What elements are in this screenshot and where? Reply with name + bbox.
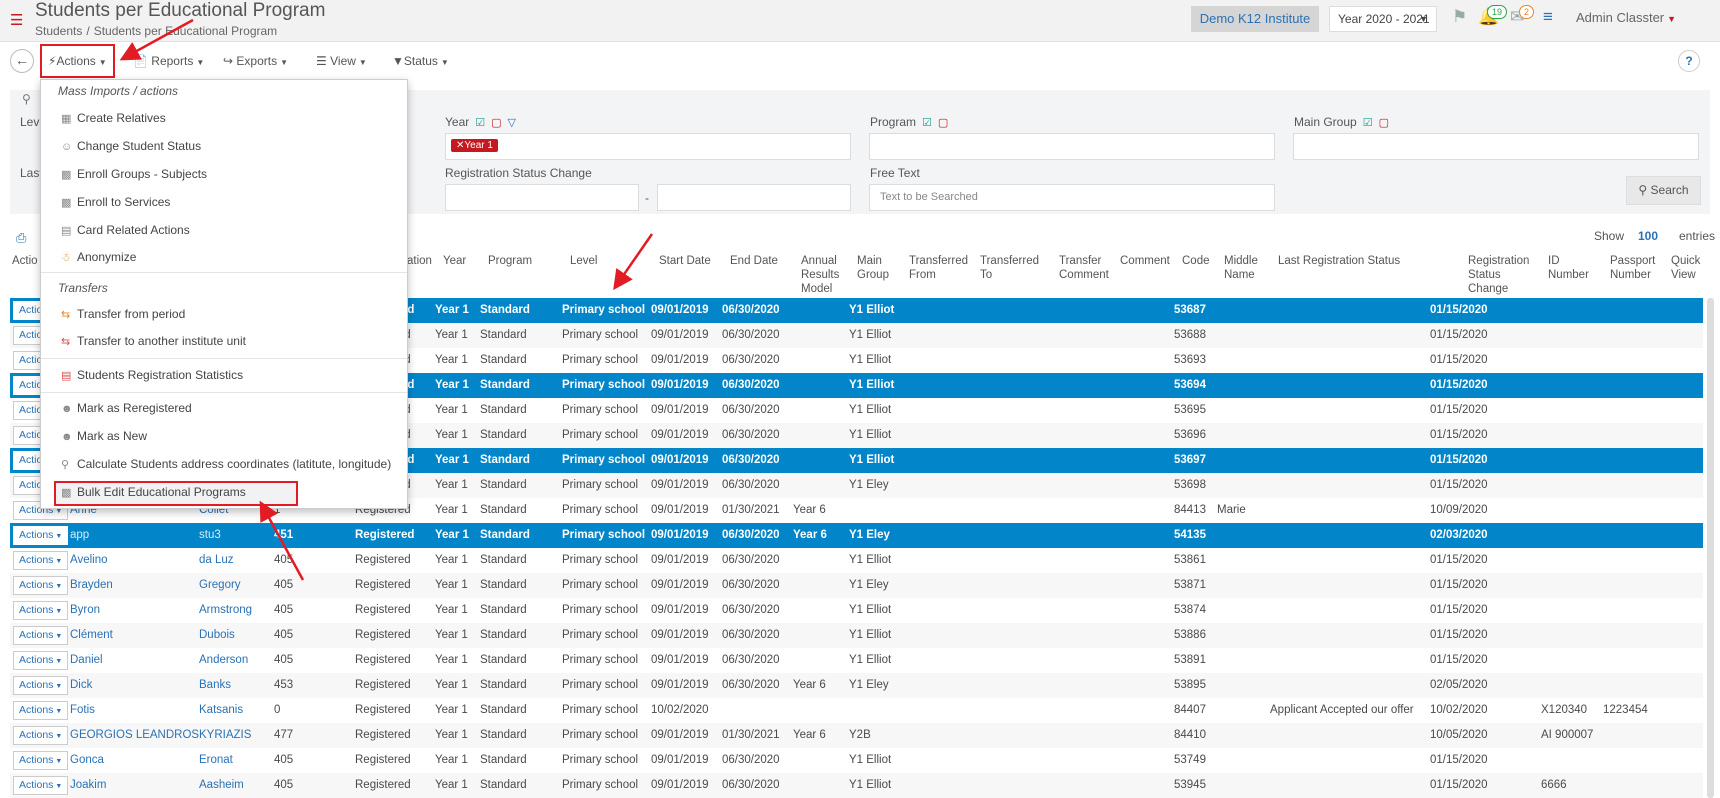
arrow-to-level-column: [613, 233, 654, 291]
annotation-arrows: [119, 18, 654, 581]
arrow-to-bulk-edit: [259, 500, 305, 581]
arrow-to-actions: [119, 18, 194, 61]
